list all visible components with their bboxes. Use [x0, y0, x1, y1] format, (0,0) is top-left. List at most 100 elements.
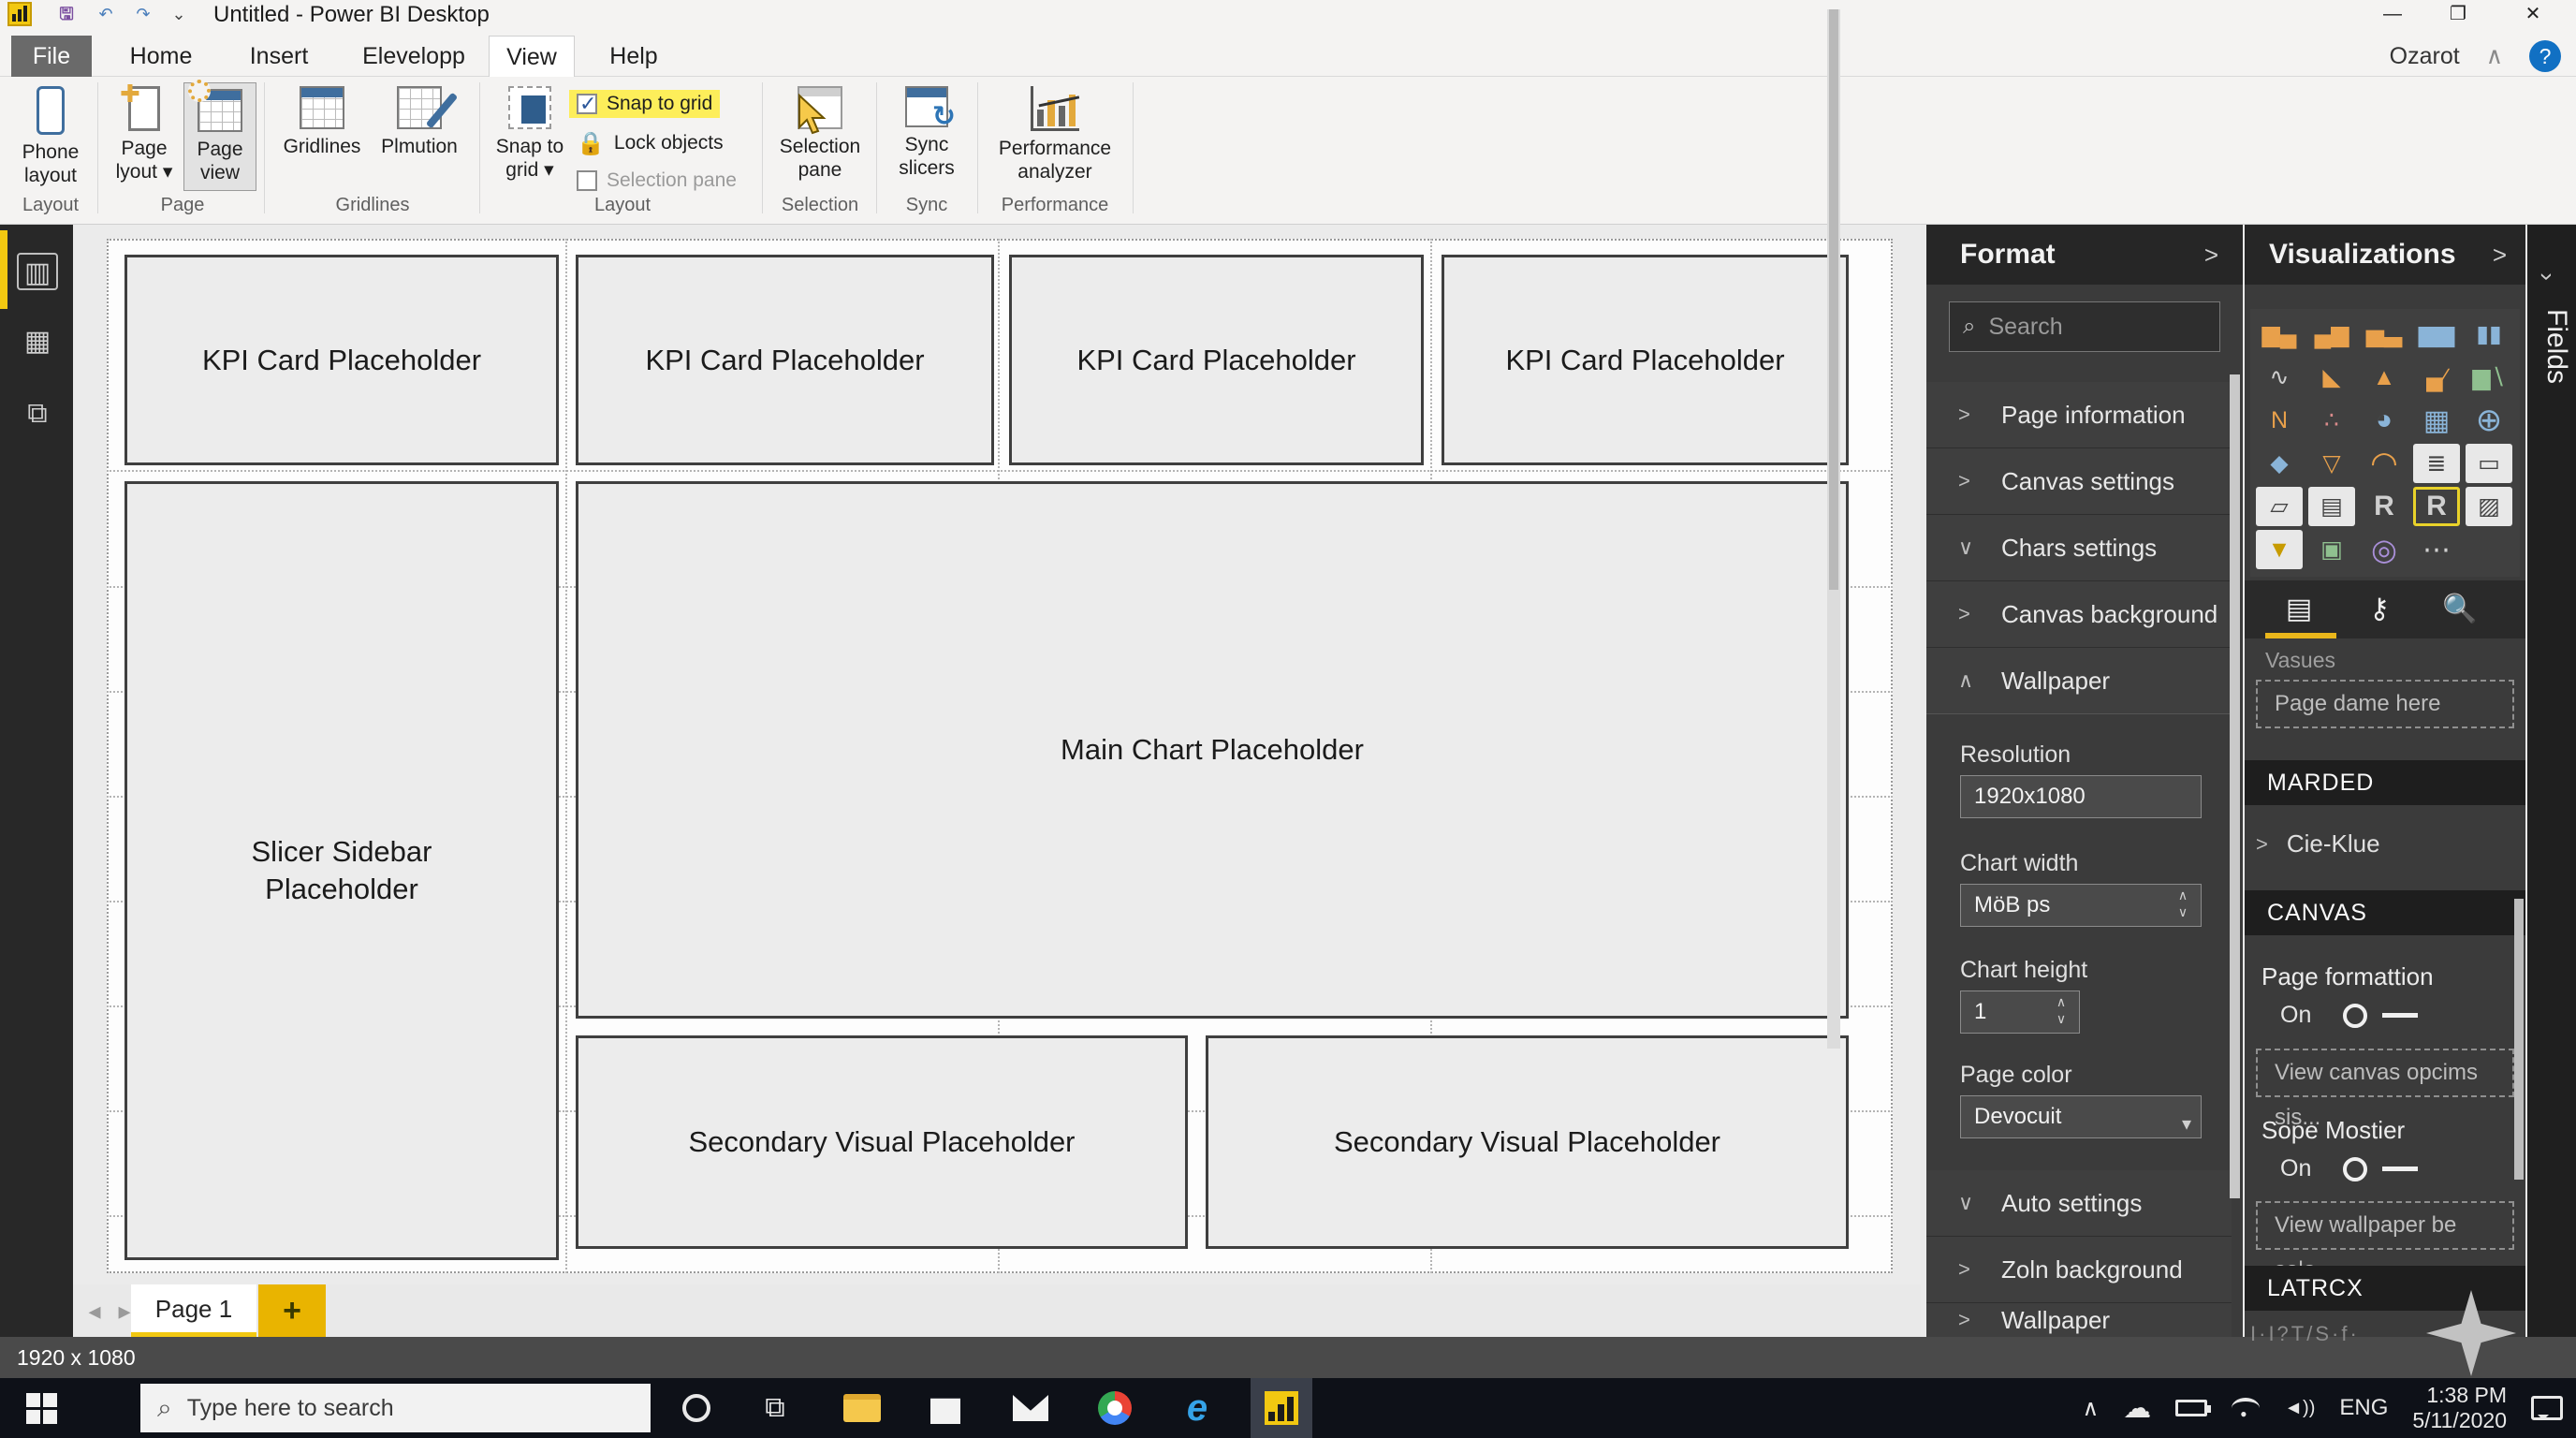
view-wallpaper-link[interactable]: View wallpaper be solo...: [2256, 1201, 2514, 1283]
visualizations-scrollbar[interactable]: [2514, 899, 2524, 1180]
close-button[interactable]: ✕: [2507, 0, 2559, 28]
quick-access-dropdown-icon[interactable]: ⌄: [167, 3, 191, 25]
stacked-bar-chart-blue-icon[interactable]: ▆▆: [2413, 315, 2460, 354]
section-canvas-settings[interactable]: > Canvas settings: [1926, 448, 2232, 515]
sope-mostier-toggle[interactable]: On: [2280, 1155, 2419, 1182]
section-auto-settings[interactable]: ∨ Auto settings: [1926, 1170, 2232, 1237]
main-chart-placeholder[interactable]: Main Chart Placeholder: [576, 481, 1849, 1019]
secondary-visual-placeholder-1[interactable]: Secondary Visual Placeholder: [576, 1035, 1188, 1249]
format-panel-collapse-icon[interactable]: >: [2204, 241, 2218, 270]
filled-map-icon[interactable]: ◆: [2256, 444, 2303, 483]
canvas-scrollbar-thumb[interactable]: [1829, 9, 1838, 590]
action-center-icon[interactable]: [2531, 1396, 2563, 1420]
page-view-button[interactable]: Page view: [183, 80, 256, 191]
taskbar-search[interactable]: ⌕ Type here to search: [140, 1384, 651, 1432]
performance-analyzer-button[interactable]: Performance analyzer: [985, 83, 1125, 183]
file-explorer-icon[interactable]: [839, 1378, 886, 1438]
start-button[interactable]: [21, 1378, 62, 1438]
previous-page-icon[interactable]: ◂: [80, 1294, 109, 1328]
hundred-stacked-column-icon[interactable]: ▮▮: [2466, 315, 2512, 354]
section-chars-settings[interactable]: ∨ Chars settings: [1926, 515, 2232, 581]
power-bi-taskbar-icon[interactable]: [1251, 1378, 1312, 1438]
chart-width-input[interactable]: MöB ps ∧ ∨: [1960, 884, 2202, 927]
tab-insert[interactable]: Insert: [232, 36, 326, 77]
clustered-column-chart-icon[interactable]: ▄▆: [2308, 315, 2355, 354]
tab-elevelopp[interactable]: Elevelopp: [348, 36, 479, 77]
snap-to-grid-button[interactable]: Snap to grid ▾: [492, 86, 567, 182]
stacked-area-chart-icon[interactable]: ▲: [2361, 358, 2408, 397]
section-page-information[interactable]: > Page information: [1926, 382, 2232, 448]
pie-chart-icon[interactable]: ◕: [2361, 401, 2408, 440]
gauge-icon[interactable]: ◠: [2361, 444, 2408, 483]
language-indicator[interactable]: ENG: [2339, 1395, 2388, 1421]
field-drop-zone[interactable]: Page dame here: [2256, 680, 2514, 728]
scatter-chart-icon[interactable]: ∴: [2308, 401, 2355, 440]
paginated-report-icon[interactable]: ▨: [2466, 487, 2512, 526]
decomposition-tree-icon[interactable]: ◎: [2361, 530, 2408, 569]
undo-icon[interactable]: ↶: [94, 3, 118, 25]
card-icon[interactable]: ▭: [2466, 444, 2512, 483]
page-tab[interactable]: Page 1: [131, 1284, 256, 1337]
chart-height-input[interactable]: 1 ∧ ∨: [1960, 990, 2080, 1034]
kpi-card-placeholder-2[interactable]: KPI Card Placeholder: [576, 255, 994, 465]
lock-objects-checkbox[interactable]: 🔒 Lock objects: [569, 129, 731, 157]
chrome-icon[interactable]: [1093, 1378, 1136, 1438]
line-clustered-column-icon[interactable]: ▄∕: [2413, 358, 2460, 397]
tray-expand-icon[interactable]: ∧: [2083, 1395, 2100, 1422]
stacked-bar-chart-icon[interactable]: ▆▄: [2256, 315, 2303, 354]
treemap-icon[interactable]: ▦: [2413, 401, 2460, 440]
format-pane-tab-icon[interactable]: ⚷: [2359, 591, 2400, 628]
section-zoln-background[interactable]: > Zoln background: [1926, 1237, 2232, 1303]
minimize-button[interactable]: —: [2366, 0, 2419, 28]
slicer-icon[interactable]: ▼: [2256, 530, 2303, 569]
data-view-icon[interactable]: ▦: [17, 323, 58, 360]
more-options-icon[interactable]: ⋯: [2413, 530, 2460, 569]
tab-file[interactable]: File: [11, 36, 92, 77]
ribbon-chart-icon[interactable]: N: [2256, 401, 2303, 440]
page-color-dropdown[interactable]: Devocuit ▾: [1960, 1095, 2202, 1138]
add-page-button[interactable]: +: [258, 1284, 326, 1337]
expand-fields-icon[interactable]: ‹: [2530, 272, 2559, 281]
onedrive-cloud-icon[interactable]: ☁: [2123, 1392, 2151, 1425]
tab-home[interactable]: Home: [114, 36, 208, 77]
phone-layout-button[interactable]: Phone layout: [13, 86, 88, 187]
mail-icon[interactable]: [1009, 1378, 1052, 1438]
battery-icon[interactable]: [2175, 1400, 2212, 1416]
power-automate-icon[interactable]: ▣: [2308, 530, 2355, 569]
plmution-button[interactable]: Plmution: [373, 86, 466, 158]
line-stacked-column-icon[interactable]: ▆∖: [2466, 358, 2512, 397]
resolution-input[interactable]: 1920x1080: [1960, 775, 2202, 818]
section-wallpaper-bottom[interactable]: > Wallpaper: [1926, 1303, 2232, 1337]
model-view-icon[interactable]: ⧉: [17, 395, 58, 433]
save-icon[interactable]: 🖫: [54, 3, 79, 25]
volume-icon[interactable]: ◄)): [2284, 1398, 2315, 1419]
task-view-icon[interactable]: ⧉: [754, 1378, 796, 1438]
tab-view[interactable]: View: [489, 36, 575, 77]
edge-icon[interactable]: e: [1176, 1378, 1219, 1438]
report-view-icon[interactable]: ▥: [17, 253, 58, 290]
secondary-visual-placeholder-2[interactable]: Secondary Visual Placeholder: [1206, 1035, 1849, 1249]
gridlines-button[interactable]: Gridlines: [277, 86, 367, 158]
r-script-icon[interactable]: R: [2361, 487, 2408, 526]
line-chart-icon[interactable]: ∿: [2256, 358, 2303, 397]
kpi-icon[interactable]: ▱: [2256, 487, 2303, 526]
tab-help[interactable]: Help: [592, 36, 676, 77]
microsoft-store-icon[interactable]: [925, 1378, 966, 1438]
report-canvas[interactable]: KPI Card Placeholder KPI Card Placeholde…: [73, 225, 1921, 1284]
section-wallpaper[interactable]: ∧ Wallpaper: [1926, 648, 2232, 714]
clustered-bar-chart-icon[interactable]: ▅▃: [2361, 315, 2408, 354]
wifi-icon[interactable]: [2232, 1398, 2261, 1420]
redo-icon[interactable]: ↷: [131, 3, 155, 25]
cortana-icon[interactable]: [676, 1378, 717, 1438]
slicer-sidebar-placeholder[interactable]: Slicer Sidebar Placeholder: [124, 481, 559, 1260]
sync-slicers-button[interactable]: ↻ Sync slicers: [884, 86, 970, 180]
clock[interactable]: 1:38 PM 5/11/2020: [2412, 1383, 2507, 1433]
map-icon[interactable]: ⊕: [2466, 401, 2512, 440]
help-icon[interactable]: ?: [2529, 40, 2561, 72]
snap-to-grid-checkbox[interactable]: Snap to grid: [569, 90, 721, 118]
python-script-icon[interactable]: R: [2413, 487, 2460, 526]
page-formation-toggle[interactable]: On: [2280, 1002, 2419, 1029]
visualizations-collapse-icon[interactable]: >: [2493, 241, 2507, 270]
format-search-box[interactable]: ⌕ Search: [1949, 301, 2220, 352]
fields-pane-tab-icon[interactable]: ▤: [2278, 591, 2320, 628]
